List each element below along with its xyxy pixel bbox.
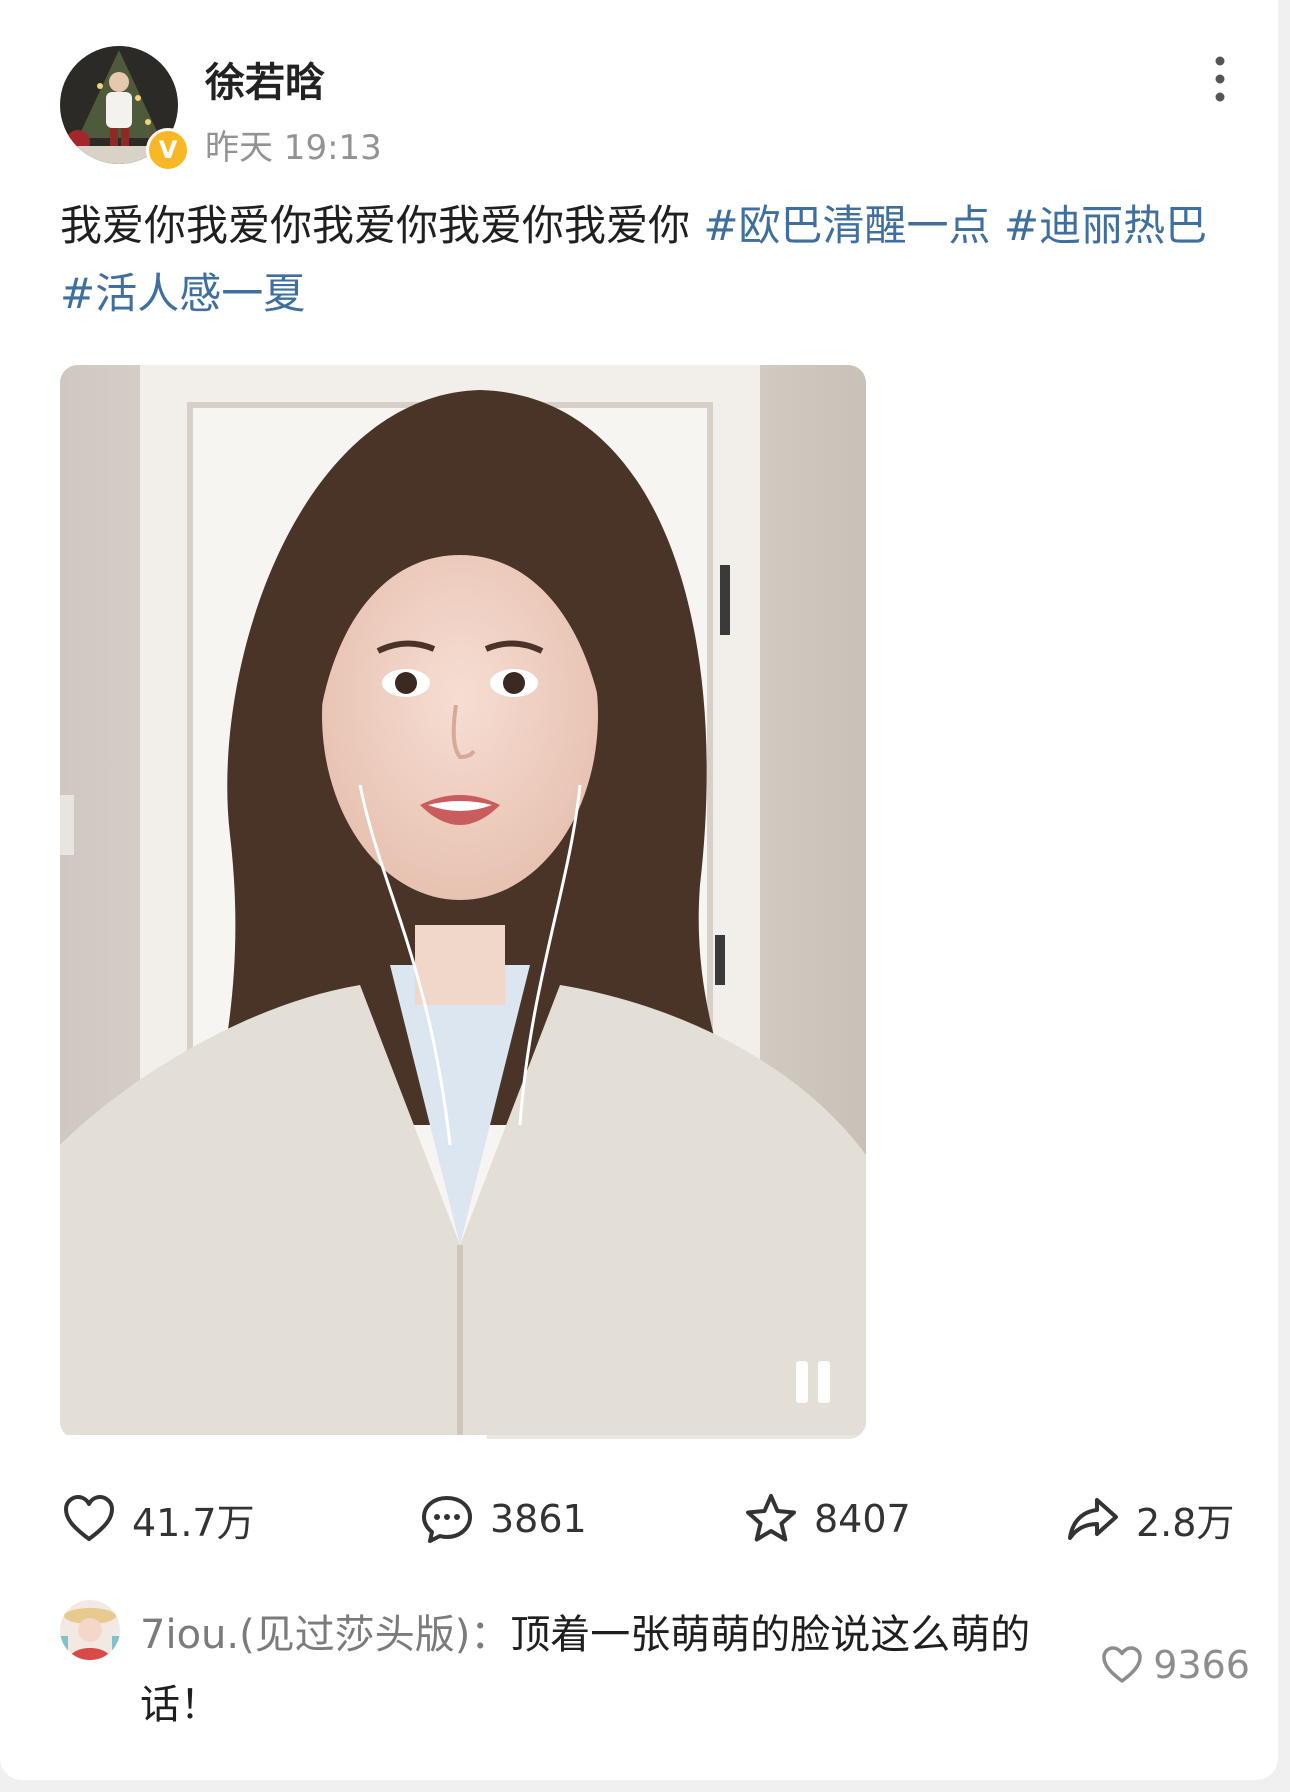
favorite-count: 8407 [814, 1497, 911, 1541]
verified-badge-icon: V [146, 128, 190, 172]
comment-like-count: 9366 [1153, 1643, 1250, 1687]
weibo-post-card: V 徐若晗 昨天 19:13 我爱你我爱你我爱你我爱你我爱你 #欧巴清醒一点 #… [0, 0, 1278, 1780]
post-timestamp: 昨天 19:13 [205, 128, 382, 168]
comment-button[interactable]: 3861 [418, 1484, 587, 1554]
favorite-button[interactable]: 8407 [742, 1484, 911, 1554]
post-content: 我爱你我爱你我爱你我爱你我爱你 #欧巴清醒一点 #迪丽热巴 #活人感一夏 [60, 192, 1210, 328]
pause-icon[interactable] [794, 1361, 834, 1403]
more-options-icon[interactable] [1200, 52, 1240, 106]
post-text: 我爱你我爱你我爱你我爱你我爱你 [60, 201, 704, 250]
action-bar: 41.7万 3861 8407 2.8万 [0, 1484, 1278, 1554]
heart-icon [64, 1495, 114, 1541]
video-player[interactable] [60, 365, 866, 1439]
author-name[interactable]: 徐若晗 [205, 50, 325, 108]
heart-icon [1102, 1646, 1143, 1683]
like-button[interactable]: 41.7万 [60, 1484, 255, 1554]
video-progress-bar[interactable] [60, 1435, 866, 1439]
comment-icon [422, 1496, 472, 1543]
hashtag-link[interactable]: #迪丽热巴 [1004, 201, 1207, 250]
comment-count: 3861 [490, 1497, 587, 1541]
share-button[interactable]: 2.8万 [1064, 1484, 1234, 1554]
like-count: 41.7万 [132, 1500, 255, 1545]
top-comment[interactable]: 7iou.(见过莎头版)：顶着一张萌萌的脸说这么萌的话！ 9366 [60, 1600, 1250, 1730]
share-count: 2.8万 [1136, 1500, 1235, 1545]
commenter-name[interactable]: 7iou.(见过莎头版)： [140, 1612, 510, 1658]
video-frame-image [60, 365, 866, 1439]
hashtag-link[interactable]: #欧巴清醒一点 [703, 201, 990, 250]
comment-body: 7iou.(见过莎头版)：顶着一张萌萌的脸说这么萌的话！ [140, 1600, 1080, 1740]
commenter-avatar[interactable] [60, 1600, 120, 1660]
share-icon [1068, 1498, 1118, 1540]
comment-like-button[interactable]: 9366 [1099, 1642, 1250, 1688]
video-progress-fill [60, 1435, 488, 1439]
star-icon [746, 1494, 796, 1542]
hashtag-link[interactable]: #活人感一夏 [60, 269, 305, 318]
